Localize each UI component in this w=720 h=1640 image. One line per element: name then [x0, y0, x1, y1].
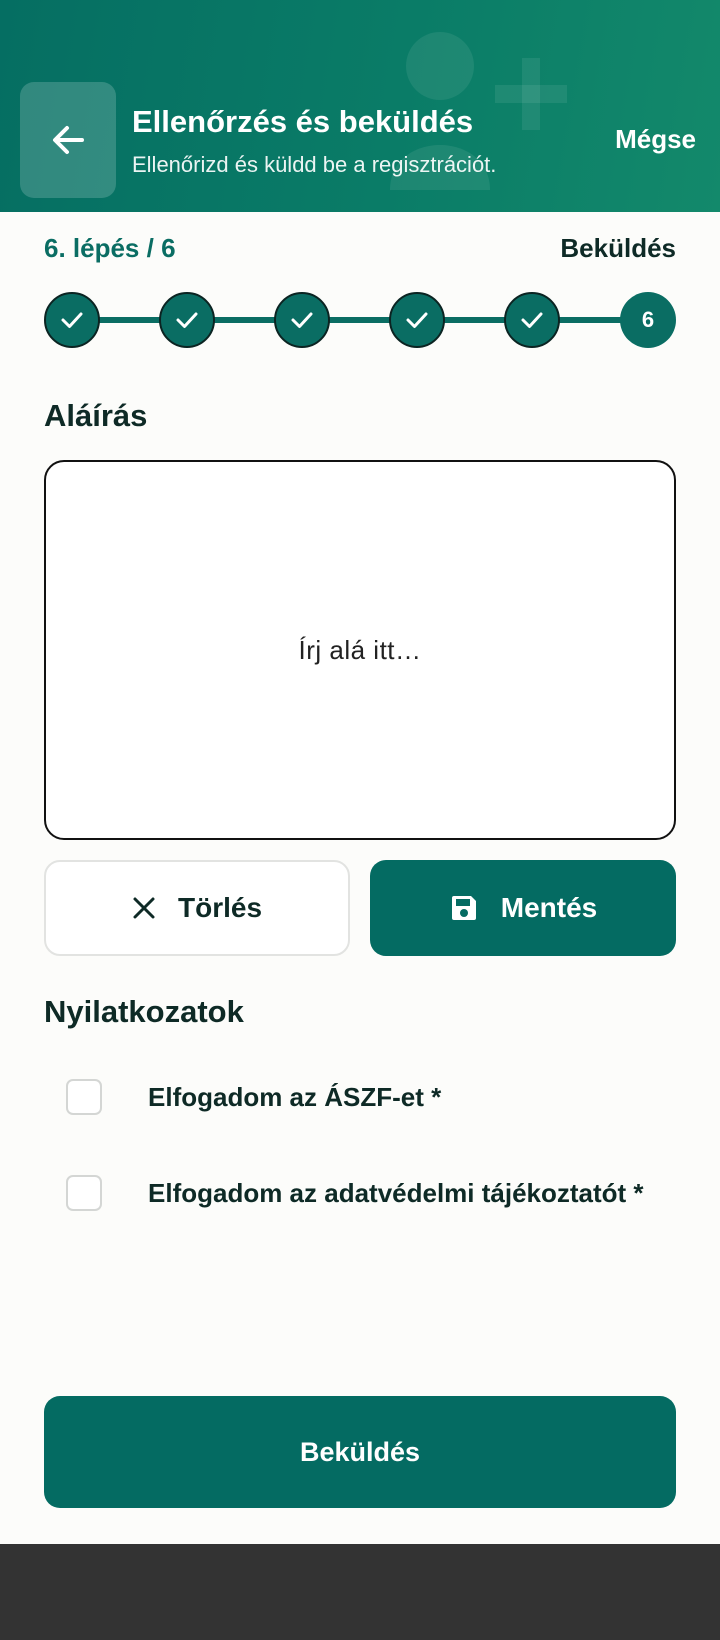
- close-icon: [133, 897, 155, 919]
- step-6-current: 6: [620, 292, 676, 348]
- cancel-button[interactable]: Mégse: [615, 124, 696, 155]
- step-counter: 6. lépés / 6: [44, 233, 176, 263]
- privacy-checkbox[interactable]: [66, 1175, 102, 1211]
- check-icon: [61, 312, 83, 328]
- app-header: Ellenőrzés és beküldés Ellenőrizd és kül…: [0, 0, 720, 212]
- check-icon: [406, 312, 428, 328]
- save-icon: [451, 896, 476, 920]
- step-5-completed: [504, 292, 560, 348]
- submit-button[interactable]: Beküldés: [44, 1396, 676, 1508]
- terms-checkbox[interactable]: [66, 1079, 102, 1115]
- check-icon: [291, 312, 313, 328]
- check-icon: [176, 312, 198, 328]
- step-3-completed: [274, 292, 330, 348]
- system-navigation-bar: [0, 1544, 720, 1640]
- save-signature-button[interactable]: Mentés: [370, 860, 676, 956]
- privacy-label: Elfogadom az adatvédelmi tájékoztatót *: [148, 1177, 644, 1208]
- clear-signature-button[interactable]: Törlés: [44, 860, 350, 956]
- step-4-completed: [389, 292, 445, 348]
- signature-title: Aláírás: [44, 398, 148, 433]
- step-1-completed: [44, 292, 100, 348]
- terms-label: Elfogadom az ÁSZF-et *: [148, 1081, 442, 1112]
- progress-stepper: 6: [44, 292, 676, 348]
- clear-label: Törlés: [177, 892, 263, 923]
- signature-pad[interactable]: Írj alá itt…: [44, 460, 676, 840]
- page-subtitle: Ellenőrizd és küldd be a regisztrációt.: [132, 152, 497, 177]
- terms-checkbox-row[interactable]: Elfogadom az ÁSZF-et *: [66, 1077, 686, 1117]
- back-button[interactable]: [20, 82, 116, 198]
- signature-placeholder: Írj alá itt…: [298, 634, 422, 665]
- privacy-checkbox-row[interactable]: Elfogadom az adatvédelmi tájékoztatót *: [66, 1173, 686, 1213]
- step-name: Beküldés: [560, 233, 676, 263]
- step-2-completed: [159, 292, 215, 348]
- save-label: Mentés: [500, 892, 598, 923]
- arrow-left-icon: [53, 126, 84, 154]
- declarations-title: Nyilatkozatok: [44, 994, 244, 1029]
- check-icon: [521, 312, 543, 328]
- page-title: Ellenőrzés és beküldés: [132, 104, 474, 139]
